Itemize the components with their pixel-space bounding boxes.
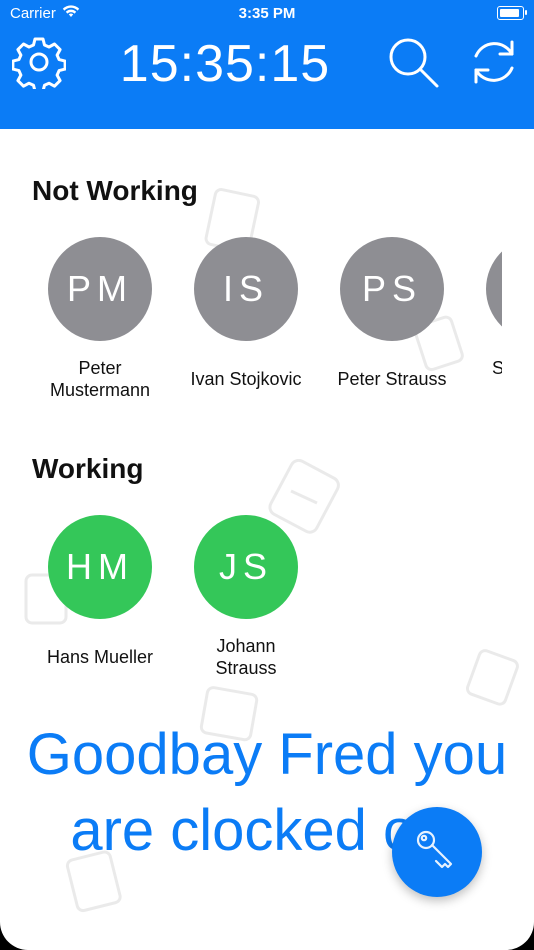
message-line: Goodbay Fred you [26, 722, 508, 787]
avatar: PM [48, 237, 152, 341]
avatar: HM [48, 515, 152, 619]
not-working-list: PM Peter Mustermann IS Ivan Stojkovic PS… [28, 237, 502, 407]
not-working-heading: Not Working [32, 175, 198, 206]
working-list: HM Hans Mueller JS Johann Strauss [28, 515, 502, 685]
employee-card[interactable]: PM Peter Mustermann [28, 237, 172, 401]
header-clock: 15:35:15 [119, 35, 331, 93]
clock-button[interactable] [392, 807, 482, 897]
employee-name-line: Johann [216, 636, 276, 656]
main-content: Not Working PM Peter Mustermann IS Ivan … [0, 129, 534, 950]
employee-name: Peter Mustermann [28, 357, 172, 401]
employee-name-line: Peter [78, 358, 122, 378]
employee-name: Johann Strauss [174, 635, 318, 679]
employee-card[interactable]: S [466, 237, 502, 379]
avatar [486, 237, 502, 341]
battery-icon [497, 6, 527, 20]
employee-card[interactable]: HM Hans Mueller [28, 515, 172, 668]
employee-name: Peter Strauss [337, 369, 447, 389]
status-bar: Carrier 3:35 PM [0, 0, 534, 28]
refresh-icon [466, 34, 522, 95]
employee-card[interactable]: PS Peter Strauss [320, 237, 464, 390]
employee-name-line: Strauss [215, 658, 277, 678]
employee-name: S [492, 358, 502, 378]
refresh-button[interactable] [466, 36, 522, 92]
employee-name: Ivan Stojkovic [190, 369, 302, 389]
search-icon [385, 34, 441, 95]
avatar: JS [194, 515, 298, 619]
employee-name-line: Mustermann [49, 380, 151, 400]
top-bar: Carrier 3:35 PM 15:35:15 [0, 0, 534, 129]
avatar: PS [340, 237, 444, 341]
employee-card[interactable]: JS Johann Strauss [174, 515, 318, 679]
gear-icon [11, 35, 67, 94]
search-button[interactable] [385, 36, 441, 92]
avatar: IS [194, 237, 298, 341]
key-icon [411, 824, 463, 881]
working-heading: Working [32, 453, 144, 484]
employee-name: Hans Mueller [46, 647, 154, 667]
app-screen: Carrier 3:35 PM 15:35:15 Not Working PM … [0, 0, 534, 950]
employee-card[interactable]: IS Ivan Stojkovic [174, 237, 318, 390]
status-time: 3:35 PM [238, 5, 296, 22]
settings-button[interactable] [11, 35, 67, 94]
